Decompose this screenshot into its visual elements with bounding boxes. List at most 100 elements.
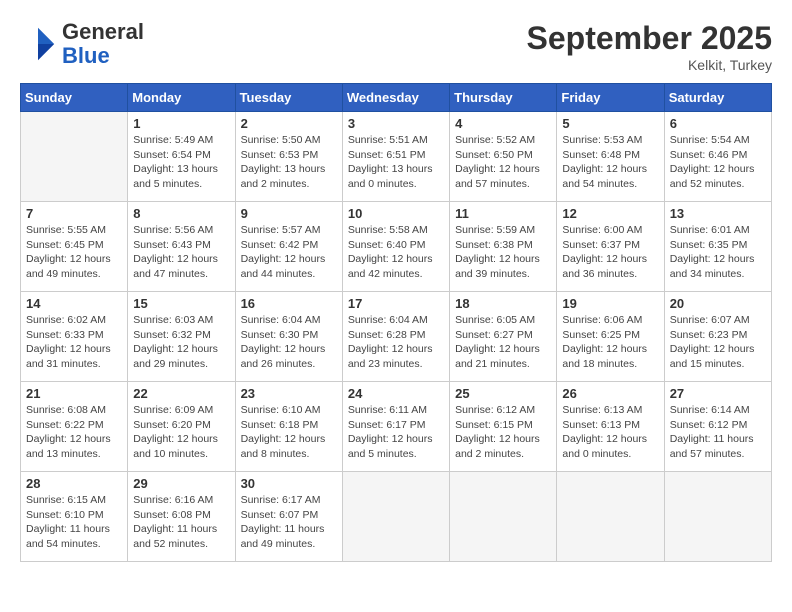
day-number: 29 — [133, 476, 229, 491]
page-header: General Blue September 2025 Kelkit, Turk… — [20, 20, 772, 73]
day-info: Sunrise: 6:00 AM Sunset: 6:37 PM Dayligh… — [562, 223, 658, 282]
day-info: Sunrise: 5:51 AM Sunset: 6:51 PM Dayligh… — [348, 133, 444, 192]
day-number: 4 — [455, 116, 551, 131]
day-info: Sunrise: 5:53 AM Sunset: 6:48 PM Dayligh… — [562, 133, 658, 192]
calendar-table: SundayMondayTuesdayWednesdayThursdayFrid… — [20, 83, 772, 562]
day-info: Sunrise: 6:09 AM Sunset: 6:20 PM Dayligh… — [133, 403, 229, 462]
day-number: 24 — [348, 386, 444, 401]
logo: General Blue — [20, 20, 144, 68]
day-number: 16 — [241, 296, 337, 311]
calendar-cell: 13 Sunrise: 6:01 AM Sunset: 6:35 PM Dayli… — [664, 202, 771, 292]
day-number: 7 — [26, 206, 122, 221]
day-number: 28 — [26, 476, 122, 491]
month-title: September 2025 — [527, 20, 772, 57]
calendar-cell: 17 Sunrise: 6:04 AM Sunset: 6:28 PM Dayli… — [342, 292, 449, 382]
calendar-cell: 19Sunrise: 6:06 AM Sunset: 6:25 PM Dayli… — [557, 292, 664, 382]
calendar-body: 1 Sunrise: 5:49 AM Sunset: 6:54 PM Daylig… — [21, 112, 772, 562]
day-number: 12 — [562, 206, 658, 221]
calendar-cell: 8Sunrise: 5:56 AM Sunset: 6:43 PM Daylig… — [128, 202, 235, 292]
day-info: Sunrise: 6:06 AM Sunset: 6:25 PM Dayligh… — [562, 313, 658, 372]
day-number: 11 — [455, 206, 551, 221]
day-info: Sunrise: 5:55 AM Sunset: 6:45 PM Dayligh… — [26, 223, 122, 282]
day-number: 21 — [26, 386, 122, 401]
logo-blue: Blue — [62, 44, 144, 68]
day-info: Sunrise: 6:10 AM Sunset: 6:18 PM Dayligh… — [241, 403, 337, 462]
weekday-header-tuesday: Tuesday — [235, 84, 342, 112]
calendar-cell: 30 Sunrise: 6:17 AM Sunset: 6:07 PM Dayli… — [235, 472, 342, 562]
calendar-cell: 22Sunrise: 6:09 AM Sunset: 6:20 PM Dayli… — [128, 382, 235, 472]
calendar-cell — [557, 472, 664, 562]
weekday-header-sunday: Sunday — [21, 84, 128, 112]
day-number: 5 — [562, 116, 658, 131]
day-number: 20 — [670, 296, 766, 311]
day-info: Sunrise: 6:12 AM Sunset: 6:15 PM Dayligh… — [455, 403, 551, 462]
calendar-cell — [450, 472, 557, 562]
day-info: Sunrise: 6:07 AM Sunset: 6:23 PM Dayligh… — [670, 313, 766, 372]
day-info: Sunrise: 6:05 AM Sunset: 6:27 PM Dayligh… — [455, 313, 551, 372]
week-row-1: 1 Sunrise: 5:49 AM Sunset: 6:54 PM Daylig… — [21, 112, 772, 202]
day-number: 1 — [133, 116, 229, 131]
weekday-header-friday: Friday — [557, 84, 664, 112]
day-number: 27 — [670, 386, 766, 401]
day-number: 3 — [348, 116, 444, 131]
calendar-cell: 29Sunrise: 6:16 AM Sunset: 6:08 PM Dayli… — [128, 472, 235, 562]
day-info: Sunrise: 6:17 AM Sunset: 6:07 PM Dayligh… — [241, 493, 337, 552]
weekday-row: SundayMondayTuesdayWednesdayThursdayFrid… — [21, 84, 772, 112]
day-info: Sunrise: 6:11 AM Sunset: 6:17 PM Dayligh… — [348, 403, 444, 462]
calendar-cell: 16 Sunrise: 6:04 AM Sunset: 6:30 PM Dayli… — [235, 292, 342, 382]
location: Kelkit, Turkey — [527, 57, 772, 73]
day-info: Sunrise: 6:01 AM Sunset: 6:35 PM Dayligh… — [670, 223, 766, 282]
day-number: 17 — [348, 296, 444, 311]
calendar-cell: 15 Sunrise: 6:03 AM Sunset: 6:32 PM Dayli… — [128, 292, 235, 382]
day-number: 13 — [670, 206, 766, 221]
calendar-cell — [664, 472, 771, 562]
title-block: September 2025 Kelkit, Turkey — [527, 20, 772, 73]
day-info: Sunrise: 6:13 AM Sunset: 6:13 PM Dayligh… — [562, 403, 658, 462]
calendar-cell: 5 Sunrise: 5:53 AM Sunset: 6:48 PM Daylig… — [557, 112, 664, 202]
weekday-header-saturday: Saturday — [664, 84, 771, 112]
day-info: Sunrise: 5:54 AM Sunset: 6:46 PM Dayligh… — [670, 133, 766, 192]
weekday-header-monday: Monday — [128, 84, 235, 112]
week-row-2: 7 Sunrise: 5:55 AM Sunset: 6:45 PM Daylig… — [21, 202, 772, 292]
day-number: 18 — [455, 296, 551, 311]
day-info: Sunrise: 5:49 AM Sunset: 6:54 PM Dayligh… — [133, 133, 229, 192]
logo-icon — [20, 26, 56, 62]
calendar-cell: 25 Sunrise: 6:12 AM Sunset: 6:15 PM Dayli… — [450, 382, 557, 472]
calendar-cell: 3 Sunrise: 5:51 AM Sunset: 6:51 PM Daylig… — [342, 112, 449, 202]
day-info: Sunrise: 5:59 AM Sunset: 6:38 PM Dayligh… — [455, 223, 551, 282]
calendar-cell: 28Sunrise: 6:15 AM Sunset: 6:10 PM Dayli… — [21, 472, 128, 562]
day-number: 6 — [670, 116, 766, 131]
calendar-cell: 20 Sunrise: 6:07 AM Sunset: 6:23 PM Dayli… — [664, 292, 771, 382]
day-number: 30 — [241, 476, 337, 491]
calendar-cell — [21, 112, 128, 202]
day-info: Sunrise: 6:14 AM Sunset: 6:12 PM Dayligh… — [670, 403, 766, 462]
day-info: Sunrise: 5:58 AM Sunset: 6:40 PM Dayligh… — [348, 223, 444, 282]
logo-text: General Blue — [62, 20, 144, 68]
calendar-cell: 23 Sunrise: 6:10 AM Sunset: 6:18 PM Dayli… — [235, 382, 342, 472]
calendar-cell: 9Sunrise: 5:57 AM Sunset: 6:42 PM Daylig… — [235, 202, 342, 292]
week-row-3: 14Sunrise: 6:02 AM Sunset: 6:33 PM Dayli… — [21, 292, 772, 382]
day-info: Sunrise: 5:56 AM Sunset: 6:43 PM Dayligh… — [133, 223, 229, 282]
day-number: 26 — [562, 386, 658, 401]
calendar-cell: 27 Sunrise: 6:14 AM Sunset: 6:12 PM Dayli… — [664, 382, 771, 472]
day-number: 15 — [133, 296, 229, 311]
day-number: 9 — [241, 206, 337, 221]
calendar-cell: 18 Sunrise: 6:05 AM Sunset: 6:27 PM Dayli… — [450, 292, 557, 382]
calendar-cell: 24 Sunrise: 6:11 AM Sunset: 6:17 PM Dayli… — [342, 382, 449, 472]
calendar-cell: 4Sunrise: 5:52 AM Sunset: 6:50 PM Daylig… — [450, 112, 557, 202]
calendar-cell: 1 Sunrise: 5:49 AM Sunset: 6:54 PM Daylig… — [128, 112, 235, 202]
weekday-header-thursday: Thursday — [450, 84, 557, 112]
day-number: 14 — [26, 296, 122, 311]
calendar-cell: 2Sunrise: 5:50 AM Sunset: 6:53 PM Daylig… — [235, 112, 342, 202]
calendar-cell: 7 Sunrise: 5:55 AM Sunset: 6:45 PM Daylig… — [21, 202, 128, 292]
day-info: Sunrise: 6:04 AM Sunset: 6:28 PM Dayligh… — [348, 313, 444, 372]
calendar-cell: 14Sunrise: 6:02 AM Sunset: 6:33 PM Dayli… — [21, 292, 128, 382]
calendar-cell: 6 Sunrise: 5:54 AM Sunset: 6:46 PM Daylig… — [664, 112, 771, 202]
day-info: Sunrise: 6:03 AM Sunset: 6:32 PM Dayligh… — [133, 313, 229, 372]
calendar-cell: 10Sunrise: 5:58 AM Sunset: 6:40 PM Dayli… — [342, 202, 449, 292]
day-number: 23 — [241, 386, 337, 401]
logo-general: General — [62, 20, 144, 44]
day-info: Sunrise: 6:04 AM Sunset: 6:30 PM Dayligh… — [241, 313, 337, 372]
day-number: 25 — [455, 386, 551, 401]
day-info: Sunrise: 6:08 AM Sunset: 6:22 PM Dayligh… — [26, 403, 122, 462]
